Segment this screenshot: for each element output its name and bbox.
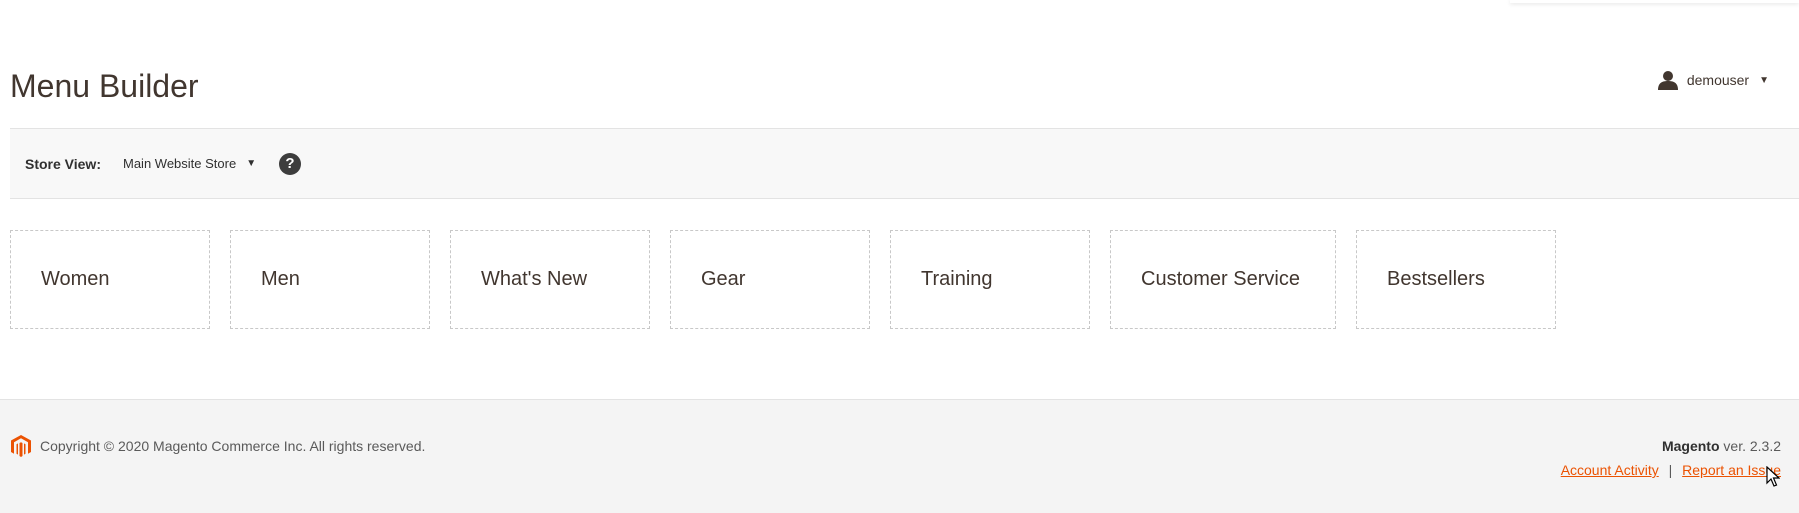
store-view-label: Store View:	[25, 156, 101, 172]
menu-item-customer-service[interactable]: Customer Service	[1110, 230, 1336, 329]
mouse-cursor-icon	[1766, 466, 1780, 487]
link-separator: |	[1668, 462, 1673, 478]
menu-item-label: Bestsellers	[1387, 268, 1485, 290]
menu-item-men[interactable]: Men	[230, 230, 430, 329]
menu-item-label: Customer Service	[1141, 268, 1300, 290]
menu-item-label: Gear	[701, 268, 746, 290]
chevron-down-icon: ▼	[1759, 74, 1769, 86]
brand-name: Magento	[1661, 438, 1720, 454]
version-info: Magento ver. 2.3.2	[1662, 438, 1781, 454]
page: Menu Builder demouser ▼ Store View: Main…	[0, 0, 1799, 513]
account-activity-link[interactable]: Account Activity	[1561, 462, 1659, 478]
menu-item-gear[interactable]: Gear	[670, 230, 870, 329]
copyright-text: Copyright © 2020 Magento Commerce Inc. A…	[40, 438, 426, 454]
menu-item-label: Women	[41, 268, 110, 290]
chevron-down-icon: ▼	[246, 158, 257, 169]
menu-item-label: Men	[261, 268, 300, 290]
menu-item-bestsellers[interactable]: Bestsellers	[1356, 230, 1556, 329]
store-view-bar: Store View: Main Website Store ▼ ?	[10, 129, 1799, 199]
version-number: ver. 2.3.2	[1723, 438, 1781, 454]
menu-item-whats-new[interactable]: What's New	[450, 230, 650, 329]
help-icon[interactable]: ?	[279, 153, 301, 175]
user-icon	[1657, 71, 1678, 90]
user-menu[interactable]: demouser ▼	[1657, 69, 1769, 91]
store-view-switcher[interactable]: Main Website Store ▼	[123, 156, 256, 171]
menu-item-women[interactable]: Women	[10, 230, 210, 329]
user-name: demouser	[1686, 72, 1750, 88]
menu-item-label: Training	[921, 268, 993, 290]
menu-item-training[interactable]: Training	[890, 230, 1090, 329]
menu-item-label: What's New	[481, 268, 588, 290]
top-shadow	[1510, 0, 1799, 3]
page-title: Menu Builder	[10, 68, 199, 104]
magento-logo-icon	[11, 435, 31, 457]
footer: Copyright © 2020 Magento Commerce Inc. A…	[0, 399, 1799, 513]
store-view-selected: Main Website Store	[123, 156, 237, 171]
footer-links: Account Activity | Report an Issue	[1561, 462, 1781, 478]
